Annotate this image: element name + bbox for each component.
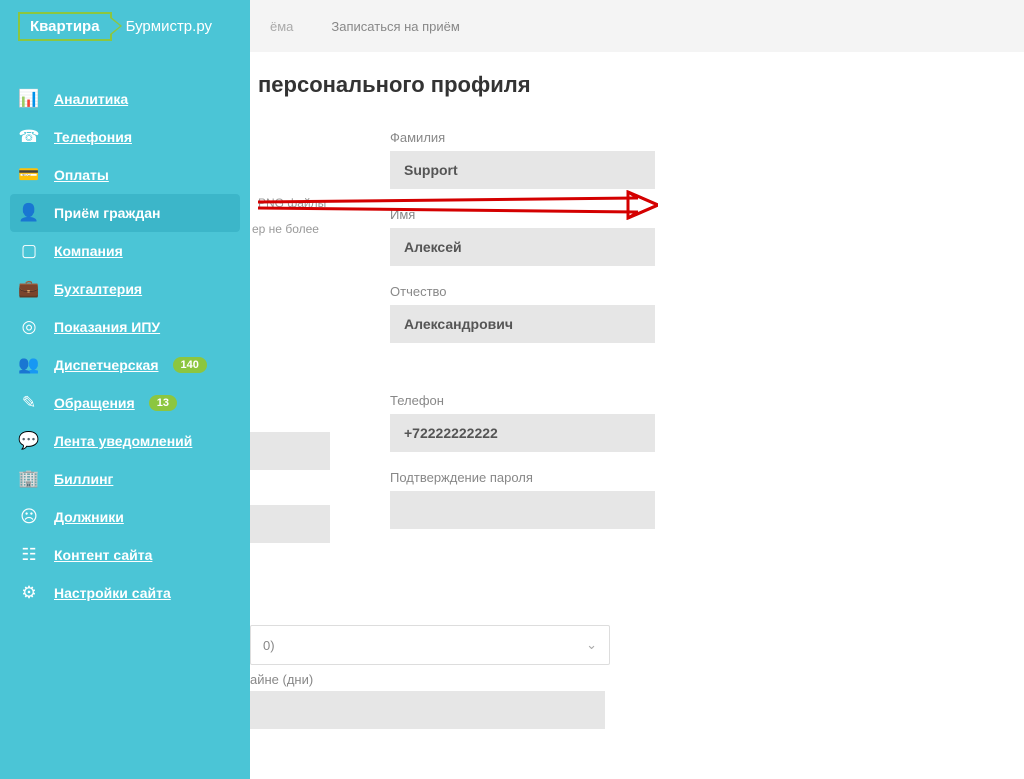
person-icon: 👤 — [18, 203, 40, 223]
group-icon: 👥 — [18, 355, 40, 375]
logo-text: Бурмистр.ру — [126, 18, 212, 35]
sidebar-item-meters[interactable]: ◎ Показания ИПУ — [0, 308, 250, 346]
grid-icon: ☷ — [18, 545, 40, 565]
badge: 140 — [173, 357, 207, 373]
gear-icon: ⚙ — [18, 583, 40, 603]
sidebar-item-label: Лента уведомлений — [54, 433, 192, 449]
square-icon: ▢ — [18, 241, 40, 261]
sidebar-item-appeals[interactable]: ✎ Обращения 13 — [0, 384, 250, 422]
topbar: ёма Записаться на приём — [250, 0, 1024, 52]
sidebar-item-dispatch[interactable]: 👥 Диспетчерская 140 — [0, 346, 250, 384]
bottom-days-wrap: айне (дни) — [250, 672, 650, 729]
sidebar-item-label: Показания ИПУ — [54, 319, 160, 335]
tab-partial[interactable]: ёма — [260, 13, 303, 40]
left-input-1[interactable] — [250, 432, 330, 470]
bottom-select[interactable]: 0) ⌄ — [250, 625, 610, 665]
sidebar-item-analytics[interactable]: 📊 Аналитика — [0, 80, 250, 118]
logo-box: Квартира — [18, 12, 112, 41]
sidebar-item-label: Контент сайта — [54, 547, 152, 563]
hint-png: PNG файлы — [258, 196, 326, 210]
edit-icon: ✎ — [18, 393, 40, 413]
patronymic-input[interactable] — [390, 305, 655, 343]
days-label: айне (дни) — [250, 672, 650, 687]
sidebar-item-label: Приём граждан — [54, 205, 160, 221]
sidebar-item-label: Компания — [54, 243, 123, 259]
sidebar-item-label: Должники — [54, 509, 124, 525]
pwconfirm-input[interactable] — [390, 491, 655, 529]
sidebar-item-accounting[interactable]: 💼 Бухгалтерия — [0, 270, 250, 308]
surname-label: Фамилия — [390, 130, 670, 145]
chat-icon: 💬 — [18, 431, 40, 451]
sidebar-item-label: Обращения — [54, 395, 135, 411]
sidebar-item-label: Оплаты — [54, 167, 109, 183]
badge: 13 — [149, 395, 177, 411]
sidebar-item-feed[interactable]: 💬 Лента уведомлений — [0, 422, 250, 460]
sad-icon: ☹ — [18, 507, 40, 527]
chart-icon: 📊 — [18, 89, 40, 109]
chevron-down-icon: ⌄ — [586, 637, 597, 653]
bottom-select-wrap: 0) ⌄ — [250, 625, 650, 665]
meter-icon: ◎ — [18, 317, 40, 337]
hint-size: ер не более — [252, 222, 319, 236]
patronymic-label: Отчество — [390, 284, 670, 299]
sidebar-item-company[interactable]: ▢ Компания — [0, 232, 250, 270]
sidebar-item-telephony[interactable]: ☎ Телефония — [0, 118, 250, 156]
days-input[interactable] — [250, 691, 605, 729]
building-icon: 🏢 — [18, 469, 40, 489]
briefcase-icon: 💼 — [18, 279, 40, 299]
profile-form: Фамилия Имя Отчество Телефон Подтвержден… — [390, 130, 670, 547]
phone-input[interactable] — [390, 414, 655, 452]
sidebar-item-reception[interactable]: 👤 Приём граждан — [10, 194, 240, 232]
sidebar-item-label: Диспетчерская — [54, 357, 159, 373]
sidebar-item-payments[interactable]: 💳 Оплаты — [0, 156, 250, 194]
name-input[interactable] — [390, 228, 655, 266]
sidebar-item-label: Телефония — [54, 129, 132, 145]
left-input-2[interactable] — [250, 505, 330, 543]
surname-input[interactable] — [390, 151, 655, 189]
sidebar-item-label: Биллинг — [54, 471, 113, 487]
nav-list: 📊 Аналитика ☎ Телефония 💳 Оплаты 👤 Приём гра… — [0, 52, 250, 612]
pwconfirm-label: Подтверждение пароля — [390, 470, 670, 485]
name-label: Имя — [390, 207, 670, 222]
tab-signup[interactable]: Записаться на приём — [321, 13, 469, 40]
page-title: персонального профиля — [258, 72, 1024, 98]
phone-label: Телефон — [390, 393, 670, 408]
sidebar-item-billing[interactable]: 🏢 Биллинг — [0, 460, 250, 498]
sidebar: Квартира Бурмистр.ру 📊 Аналитика ☎ Телефон… — [0, 0, 250, 779]
sidebar-item-debtors[interactable]: ☹ Должники — [0, 498, 250, 536]
phone-icon: ☎ — [18, 127, 40, 147]
sidebar-item-label: Аналитика — [54, 91, 128, 107]
sidebar-item-label: Бухгалтерия — [54, 281, 142, 297]
bottom-select-value: 0) — [263, 638, 275, 653]
card-icon: 💳 — [18, 165, 40, 185]
logo[interactable]: Квартира Бурмистр.ру — [0, 0, 250, 52]
sidebar-item-label: Настройки сайта — [54, 585, 171, 601]
sidebar-item-content[interactable]: ☷ Контент сайта — [0, 536, 250, 574]
sidebar-item-settings[interactable]: ⚙ Настройки сайта — [0, 574, 250, 612]
